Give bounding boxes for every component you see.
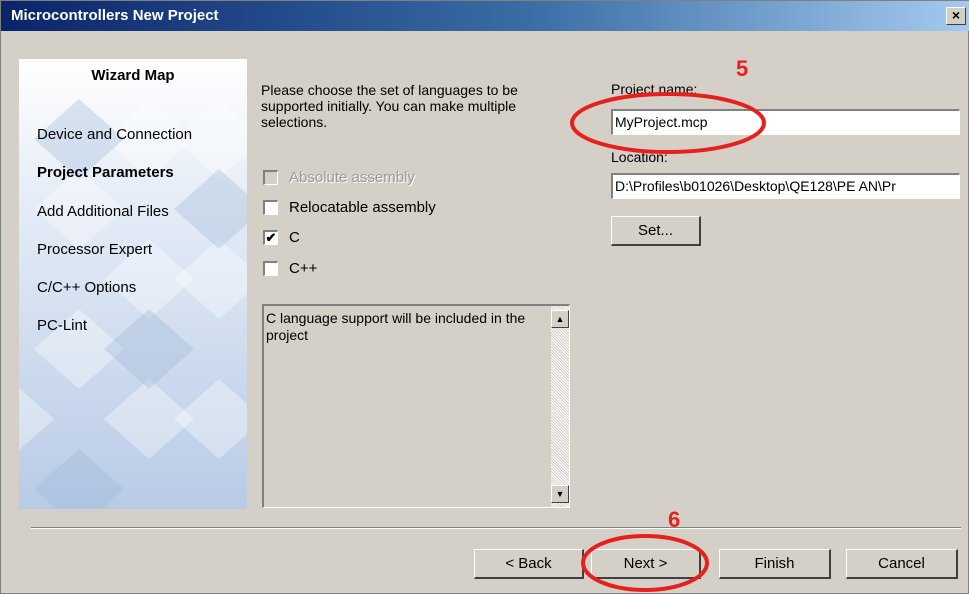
wizard-map-title: Wizard Map xyxy=(91,67,175,84)
wizard-item-add-files[interactable]: Add Additional Files xyxy=(37,203,169,220)
wizard-item-project-parameters[interactable]: Project Parameters xyxy=(37,164,174,181)
checkbox-cpp[interactable]: C++ xyxy=(263,259,317,277)
checkbox-label: Relocatable assembly xyxy=(289,198,436,216)
project-name-input[interactable]: MyProject.mcp xyxy=(611,109,960,135)
new-project-dialog: Microcontrollers New Project × Wizard Ma… xyxy=(0,0,969,594)
language-info-text: C language support will be included in t… xyxy=(266,310,526,343)
next-button[interactable]: Next > xyxy=(591,549,701,579)
checkbox-box[interactable] xyxy=(263,199,278,215)
window-title: Microcontrollers New Project xyxy=(11,7,219,24)
checkbox-relocatable-assembly[interactable]: Relocatable assembly xyxy=(263,198,436,216)
wizard-map-panel: Wizard Map Device and Connection Project… xyxy=(19,59,247,509)
checkbox-box[interactable]: ✔ xyxy=(263,229,278,245)
checkbox-label: C xyxy=(289,228,300,246)
set-location-button[interactable]: Set... xyxy=(611,216,701,246)
step-6-annotation: 6 xyxy=(668,507,681,532)
title-bar: Microcontrollers New Project × xyxy=(1,1,969,31)
project-name-label: Project name: xyxy=(611,81,698,97)
checkbox-box[interactable] xyxy=(263,260,278,276)
cancel-button[interactable]: Cancel xyxy=(846,549,958,579)
language-description: Please choose the set of languages to be… xyxy=(261,82,518,130)
checkbox-absolute-assembly: Absolute assembly xyxy=(263,168,415,186)
location-input[interactable]: D:\Profiles\b01026\Desktop\QE128\PE AN\P… xyxy=(611,173,960,199)
back-button[interactable]: < Back xyxy=(474,549,584,579)
wizard-item-processor-expert[interactable]: Processor Expert xyxy=(37,241,152,258)
scroll-up-icon[interactable]: ▲ xyxy=(551,310,569,328)
info-scrollbar[interactable]: ▲ ▼ xyxy=(551,306,569,507)
scroll-down-icon[interactable]: ▼ xyxy=(551,485,569,503)
button-separator xyxy=(31,527,961,529)
wizard-item-device-connection[interactable]: Device and Connection xyxy=(37,126,192,143)
finish-button[interactable]: Finish xyxy=(719,549,831,579)
wizard-item-cpp-options[interactable]: C/C++ Options xyxy=(37,279,136,296)
step-5-annotation: 5 xyxy=(736,56,749,81)
checkbox-label: C++ xyxy=(289,259,318,277)
close-button[interactable]: × xyxy=(946,7,966,25)
checkbox-box xyxy=(263,169,278,185)
checkmark-icon: ✔ xyxy=(265,229,277,245)
language-info-box: C language support will be included in t… xyxy=(262,304,570,508)
checkbox-label: Absolute assembly xyxy=(289,168,415,186)
wizard-item-pc-lint[interactable]: PC-Lint xyxy=(37,317,87,334)
checkbox-c[interactable]: ✔ C xyxy=(263,228,300,246)
location-label: Location: xyxy=(611,149,668,165)
